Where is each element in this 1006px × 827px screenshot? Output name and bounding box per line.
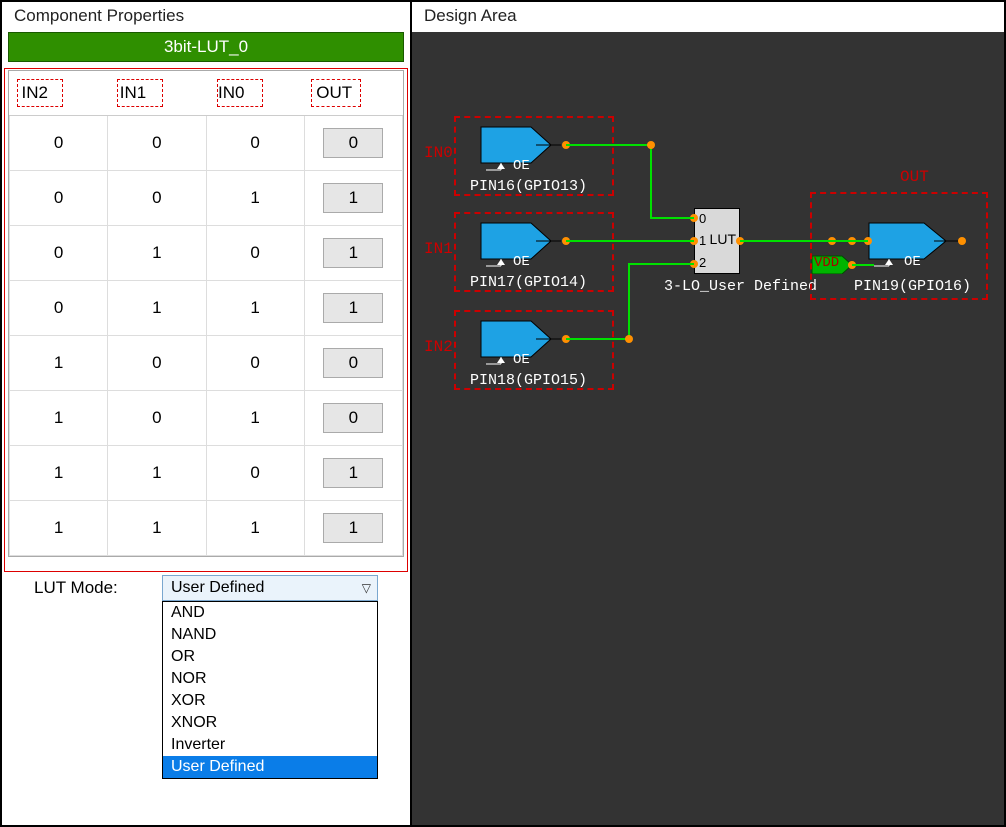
col-header-out: OUT — [304, 71, 402, 116]
lut-mode-option[interactable]: AND — [163, 602, 377, 624]
wire-dot — [647, 141, 655, 149]
chevron-down-icon: ▽ — [362, 581, 371, 595]
wire — [566, 338, 630, 340]
cell-out: 0 — [304, 336, 402, 391]
table-row: 1010 — [10, 391, 403, 446]
lut-name-label: 3-LO_User Defined — [664, 278, 817, 295]
table-row: 1111 — [10, 501, 403, 556]
cell-in2: 0 — [10, 226, 108, 281]
lut-block[interactable]: 0 1 2 LUT — [694, 208, 740, 274]
pin16-label: PIN16(GPIO13) — [470, 178, 587, 195]
lut-mode-option[interactable]: NOR — [163, 668, 377, 690]
node-in1-label: IN1 — [424, 240, 453, 258]
wire — [566, 240, 694, 242]
cell-out: 1 — [304, 226, 402, 281]
cell-in1: 0 — [108, 336, 206, 391]
cell-out: 0 — [304, 391, 402, 446]
truth-table: IN2 IN1 IN0 OUT 000000110101011110001010… — [8, 70, 404, 557]
cell-out: 1 — [304, 281, 402, 336]
cell-in1: 1 — [108, 501, 206, 556]
cell-in0: 1 — [206, 171, 304, 226]
cell-in1: 0 — [108, 171, 206, 226]
cell-in1: 0 — [108, 116, 206, 171]
lut-mode-option[interactable]: XOR — [163, 690, 377, 712]
cell-in0: 1 — [206, 501, 304, 556]
lut-mode-option[interactable]: Inverter — [163, 734, 377, 756]
cell-out: 1 — [304, 446, 402, 501]
component-name-bar: 3bit-LUT_0 — [8, 32, 404, 62]
cell-in0: 0 — [206, 446, 304, 501]
node-out-label: OUT — [900, 168, 929, 186]
cell-out: 0 — [304, 116, 402, 171]
wire — [650, 217, 694, 219]
lut-mode-label: LUT Mode: — [34, 575, 162, 598]
lut-mode-select[interactable]: User Defined ▽ — [162, 575, 378, 601]
oe-label-in0: OE — [513, 158, 530, 174]
out-toggle-button[interactable]: 1 — [323, 458, 383, 488]
table-row: 0000 — [10, 116, 403, 171]
cell-in1: 0 — [108, 391, 206, 446]
cell-in2: 1 — [10, 336, 108, 391]
pin19-label: PIN19(GPIO16) — [854, 278, 971, 295]
lut-mode-option[interactable]: OR — [163, 646, 377, 668]
cell-in0: 0 — [206, 226, 304, 281]
cell-in2: 0 — [10, 171, 108, 226]
design-area-title: Design Area — [412, 2, 1004, 32]
cell-in1: 1 — [108, 226, 206, 281]
node-in0-label: IN0 — [424, 144, 453, 162]
wire — [740, 240, 868, 242]
lut-mode-option[interactable]: User Defined — [163, 756, 377, 778]
wire — [628, 263, 630, 339]
cell-in0: 0 — [206, 116, 304, 171]
table-row: 0101 — [10, 226, 403, 281]
col-header-in1: IN1 — [108, 71, 206, 116]
oe-label-in1: OE — [513, 254, 530, 270]
table-row: 0011 — [10, 171, 403, 226]
out-toggle-button[interactable]: 1 — [323, 238, 383, 268]
out-toggle-button[interactable]: 0 — [323, 128, 383, 158]
oe-label-out: OE — [904, 254, 921, 270]
table-row: 1000 — [10, 336, 403, 391]
table-row: 1101 — [10, 446, 403, 501]
lut-mode-selected-value: User Defined — [171, 579, 264, 597]
wire — [852, 264, 874, 266]
out-toggle-button[interactable]: 1 — [323, 183, 383, 213]
wire-dot — [625, 335, 633, 343]
port-dot[interactable] — [958, 237, 966, 245]
cell-out: 1 — [304, 501, 402, 556]
out-toggle-button[interactable]: 1 — [323, 293, 383, 323]
cell-in0: 1 — [206, 391, 304, 446]
cell-in0: 1 — [206, 281, 304, 336]
out-toggle-button[interactable]: 1 — [323, 513, 383, 543]
wire — [566, 144, 652, 146]
lut-text: LUT — [710, 231, 736, 247]
oe-label-in2: OE — [513, 352, 530, 368]
cell-in2: 0 — [10, 116, 108, 171]
out-toggle-button[interactable]: 0 — [323, 348, 383, 378]
cell-out: 1 — [304, 171, 402, 226]
cell-in2: 0 — [10, 281, 108, 336]
lut-mode-option[interactable]: NAND — [163, 624, 377, 646]
node-in2-label: IN2 — [424, 338, 453, 356]
lut-mode-option[interactable]: XNOR — [163, 712, 377, 734]
wire — [628, 263, 694, 265]
col-header-in2: IN2 — [10, 71, 108, 116]
component-properties-title: Component Properties — [2, 2, 410, 32]
pin17-label: PIN17(GPIO14) — [470, 274, 587, 291]
col-header-in0: IN0 — [206, 71, 304, 116]
cell-in1: 1 — [108, 281, 206, 336]
out-toggle-button[interactable]: 0 — [323, 403, 383, 433]
pin18-label: PIN18(GPIO15) — [470, 372, 587, 389]
table-row: 0111 — [10, 281, 403, 336]
cell-in2: 1 — [10, 446, 108, 501]
cell-in2: 1 — [10, 501, 108, 556]
cell-in2: 1 — [10, 391, 108, 446]
cell-in1: 1 — [108, 446, 206, 501]
design-canvas[interactable]: IN0 OE PIN16(GPIO13) IN1 OE PI — [412, 32, 1004, 825]
wire — [650, 144, 652, 218]
cell-in0: 0 — [206, 336, 304, 391]
lut-mode-dropdown[interactable]: ANDNANDORNORXORXNORInverterUser Defined — [162, 601, 378, 779]
